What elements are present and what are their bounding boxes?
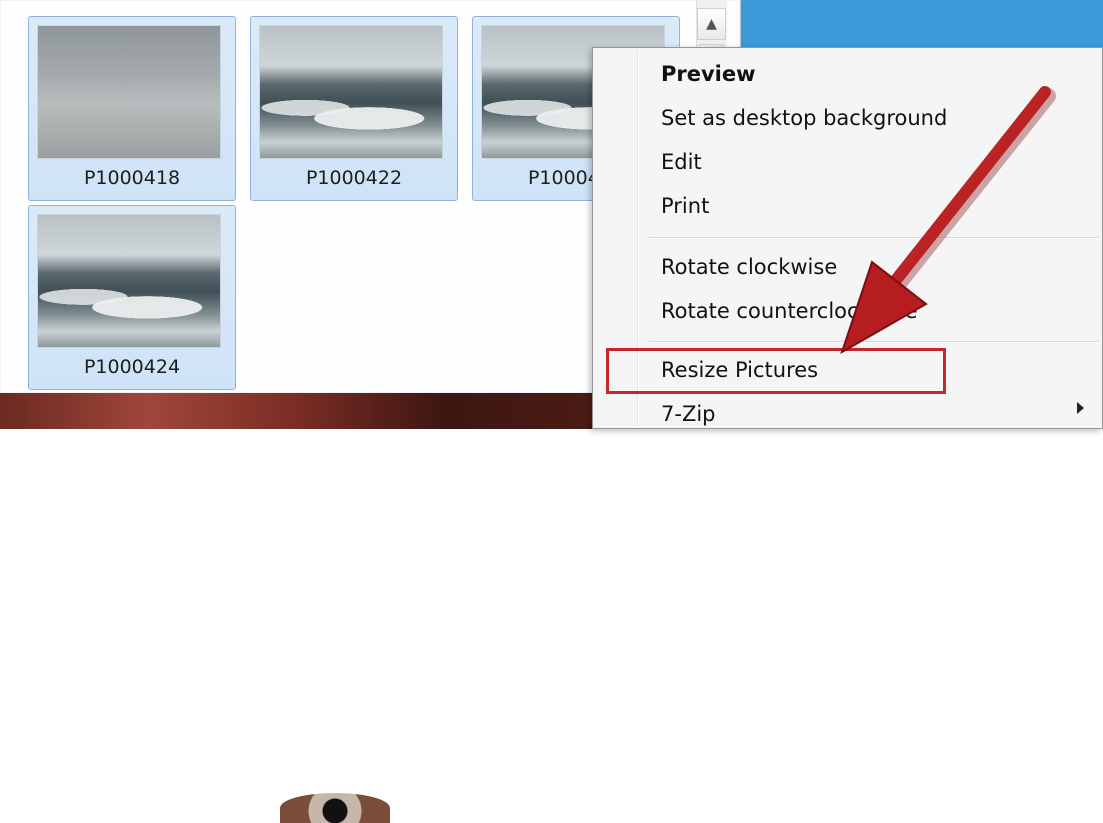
thumbnail-image — [37, 214, 221, 348]
submenu-arrow-icon — [1077, 402, 1084, 414]
thumbnail-label: P1000418 — [83, 167, 181, 189]
scroll-up-button[interactable]: ▲ — [697, 8, 726, 40]
thumbnail-label: P1000422 — [305, 167, 403, 189]
thumbnail-item[interactable]: P1000422 — [250, 16, 458, 201]
menu-item-set-desktop-background[interactable]: Set as desktop background — [661, 98, 1081, 138]
wallpaper-detail — [280, 793, 390, 823]
thumbnail-item[interactable]: P1000424 — [28, 205, 236, 390]
menu-separator — [649, 341, 1099, 343]
menu-separator — [649, 237, 1099, 239]
annotation-highlight-box — [606, 348, 946, 394]
thumbnail-image — [259, 25, 443, 159]
thumbnail-item[interactable]: P1000418 — [28, 16, 236, 201]
chevron-up-icon: ▲ — [706, 16, 717, 32]
thumbnail-label: P1000424 — [83, 356, 181, 378]
menu-item-preview[interactable]: Preview — [661, 54, 1081, 94]
menu-item-rotate-clockwise[interactable]: Rotate clockwise — [661, 247, 1081, 287]
menu-item-edit[interactable]: Edit — [661, 142, 1081, 182]
menu-item-rotate-counterclockwise[interactable]: Rotate counterclockwise — [661, 291, 1081, 331]
menu-item-print[interactable]: Print — [661, 186, 1081, 226]
menu-item-7-zip[interactable]: 7-Zip — [661, 394, 1081, 434]
thumbnail-image — [37, 25, 221, 159]
